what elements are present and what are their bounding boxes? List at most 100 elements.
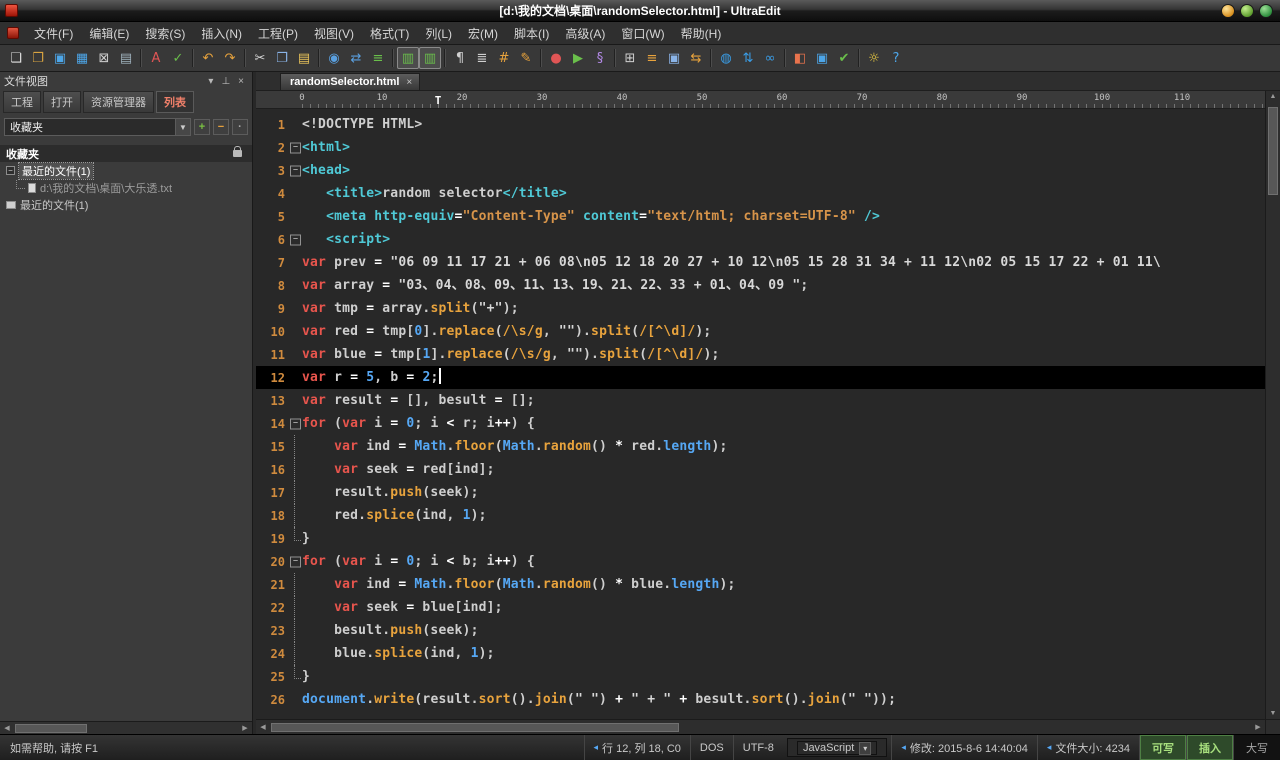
scroll-up-icon[interactable]: ▲ xyxy=(1266,93,1280,100)
menu-item-6[interactable]: 格式(T) xyxy=(362,22,417,45)
code-line-16[interactable]: 16 var seek = red[ind]; xyxy=(256,458,1280,481)
find-in-files-button[interactable]: ≡ xyxy=(367,47,389,69)
menu-item-11[interactable]: 窗口(W) xyxy=(613,22,672,45)
add-favorite-button[interactable]: + xyxy=(194,119,210,135)
fold-toggle-icon[interactable] xyxy=(288,412,302,435)
save-file-button[interactable]: ▣ xyxy=(49,47,71,69)
font-button[interactable]: A xyxy=(145,47,167,69)
document-tab[interactable]: randomSelector.html × xyxy=(280,73,420,90)
close-button[interactable] xyxy=(1259,4,1273,18)
maximize-button[interactable] xyxy=(1240,4,1254,18)
chevron-down-icon[interactable]: ▾ xyxy=(859,742,871,755)
menu-item-12[interactable]: 帮助(H) xyxy=(673,22,730,45)
menu-item-4[interactable]: 工程(P) xyxy=(250,22,306,45)
ftp-button[interactable]: ⇅ xyxy=(737,47,759,69)
sidebar-hscrollbar[interactable]: ◀ ▶ xyxy=(0,721,252,734)
macro-play-button[interactable]: ▶ xyxy=(567,47,589,69)
menu-item-1[interactable]: 编辑(E) xyxy=(81,22,137,45)
tree-item-2[interactable]: d:\我的文档\桌面\大乐透.txt xyxy=(0,179,252,196)
hyperlink-button[interactable]: ∞ xyxy=(759,47,781,69)
sidebar-tab-0[interactable]: 工程 xyxy=(3,91,41,113)
code-line-7[interactable]: 7var prev = "06 09 11 17 21 + 06 08\n05 … xyxy=(256,251,1280,274)
vertical-scrollbar[interactable]: ▲ ▼ xyxy=(1265,91,1280,719)
scroll-down-icon[interactable]: ▼ xyxy=(1266,710,1280,717)
paste-button[interactable]: ▤ xyxy=(293,47,315,69)
sidebar-tab-2[interactable]: 资源管理器 xyxy=(83,91,154,113)
code-line-12[interactable]: 12var r = 5, b = 2; xyxy=(256,366,1280,389)
tree-item-1[interactable]: −最近的文件(1) xyxy=(0,162,252,179)
menu-item-9[interactable]: 脚本(I) xyxy=(506,22,557,45)
menu-item-3[interactable]: 插入(N) xyxy=(193,22,250,45)
column-markers-button[interactable]: ▥ xyxy=(419,47,441,69)
file-list-button[interactable]: ⊞ xyxy=(619,47,641,69)
code-line-19[interactable]: 19} xyxy=(256,527,1280,550)
run-script-button[interactable]: § xyxy=(589,47,611,69)
undo-button[interactable]: ↶ xyxy=(197,47,219,69)
code-line-2[interactable]: 2<html> xyxy=(256,136,1280,159)
hscroll-thumb[interactable] xyxy=(271,723,679,732)
clipboard-button[interactable]: ▣ xyxy=(663,47,685,69)
code-line-14[interactable]: 14for (var i = 0; i < r; i++) { xyxy=(256,412,1280,435)
menu-item-7[interactable]: 列(L) xyxy=(417,22,460,45)
minimize-button[interactable] xyxy=(1221,4,1235,18)
hex-edit-button[interactable]: # xyxy=(493,47,515,69)
fold-toggle-icon[interactable] xyxy=(288,159,302,182)
syntax-highlight-button[interactable]: ✎ xyxy=(515,47,537,69)
collapse-icon[interactable]: − xyxy=(6,166,15,175)
fold-toggle-icon[interactable] xyxy=(288,550,302,573)
fold-toggle-icon[interactable] xyxy=(288,228,302,251)
validate-button[interactable]: ✔ xyxy=(833,47,855,69)
sidebar-tab-3[interactable]: 列表 xyxy=(156,91,194,113)
code-line-20[interactable]: 20for (var i = 0; i < b; i++) { xyxy=(256,550,1280,573)
horizontal-scrollbar[interactable]: ◀ ▶ xyxy=(256,719,1265,734)
spell-check-button[interactable]: ✓ xyxy=(167,47,189,69)
open-file-button[interactable]: ❐ xyxy=(27,47,49,69)
code-line-1[interactable]: 1<!DOCTYPE HTML> xyxy=(256,113,1280,136)
tips-button[interactable]: ☼ xyxy=(863,47,885,69)
chevron-down-icon[interactable]: ▾ xyxy=(204,76,217,87)
menu-item-0[interactable]: 文件(F) xyxy=(26,22,81,45)
cut-button[interactable]: ✂ xyxy=(249,47,271,69)
code-line-15[interactable]: 15 var ind = Math.floor(Math.random() * … xyxy=(256,435,1280,458)
code-line-26[interactable]: 26document.write(result.sort().join(" ")… xyxy=(256,688,1280,711)
redo-button[interactable]: ↷ xyxy=(219,47,241,69)
tag-list-button[interactable]: ≡ xyxy=(641,47,663,69)
close-file-button[interactable]: ⊠ xyxy=(93,47,115,69)
file-compare-button[interactable]: ⇆ xyxy=(685,47,707,69)
code-line-6[interactable]: 6 <script> xyxy=(256,228,1280,251)
menu-item-10[interactable]: 高级(A) xyxy=(557,22,613,45)
chevron-down-icon[interactable]: ▼ xyxy=(175,119,190,135)
new-file-button[interactable]: ❏ xyxy=(5,47,27,69)
menu-item-2[interactable]: 搜索(S) xyxy=(137,22,193,45)
code-line-13[interactable]: 13var result = [], besult = []; xyxy=(256,389,1280,412)
column-mode-button[interactable]: ▥ xyxy=(397,47,419,69)
status-segment-3[interactable]: JavaScript▾ xyxy=(787,738,887,757)
code-area[interactable]: 1<!DOCTYPE HTML>2<html>3<head>4 <title>r… xyxy=(256,109,1280,734)
code-line-21[interactable]: 21 var ind = Math.floor(Math.random() * … xyxy=(256,573,1280,596)
menu-item-8[interactable]: 宏(M) xyxy=(460,22,506,45)
tab-close-icon[interactable]: × xyxy=(406,77,412,88)
word-wrap-button[interactable]: ¶ xyxy=(449,47,471,69)
line-numbers-button[interactable]: ≣ xyxy=(471,47,493,69)
copy-button[interactable]: ❐ xyxy=(271,47,293,69)
scroll-left-icon[interactable]: ◀ xyxy=(0,724,14,732)
html-tidy-button[interactable]: ◧ xyxy=(789,47,811,69)
fold-toggle-icon[interactable] xyxy=(288,136,302,159)
help-button[interactable]: ? xyxy=(885,47,907,69)
pin-icon[interactable]: ⊥ xyxy=(217,76,234,87)
css-style-button[interactable]: ▣ xyxy=(811,47,833,69)
remove-favorite-button[interactable]: − xyxy=(213,119,229,135)
code-line-8[interactable]: 8var array = "03、04、08、09、11、13、19、21、22… xyxy=(256,274,1280,297)
code-line-9[interactable]: 9var tmp = array.split("+"); xyxy=(256,297,1280,320)
code-line-10[interactable]: 10var red = tmp[0].replace(/\s/g, "").sp… xyxy=(256,320,1280,343)
tree-item-3[interactable]: 最近的文件(1) xyxy=(0,196,252,213)
code-line-4[interactable]: 4 <title>random selector</title> xyxy=(256,182,1280,205)
code-line-11[interactable]: 11var blue = tmp[1].replace(/\s/g, "").s… xyxy=(256,343,1280,366)
code-line-25[interactable]: 25} xyxy=(256,665,1280,688)
syntax-language-dropdown[interactable]: JavaScript▾ xyxy=(797,741,877,755)
code-line-22[interactable]: 22 var seek = blue[ind]; xyxy=(256,596,1280,619)
code-line-24[interactable]: 24 blue.splice(ind, 1); xyxy=(256,642,1280,665)
macro-record-button[interactable]: ● xyxy=(545,47,567,69)
code-line-18[interactable]: 18 red.splice(ind, 1); xyxy=(256,504,1280,527)
favorites-more-button[interactable]: · xyxy=(232,119,248,135)
